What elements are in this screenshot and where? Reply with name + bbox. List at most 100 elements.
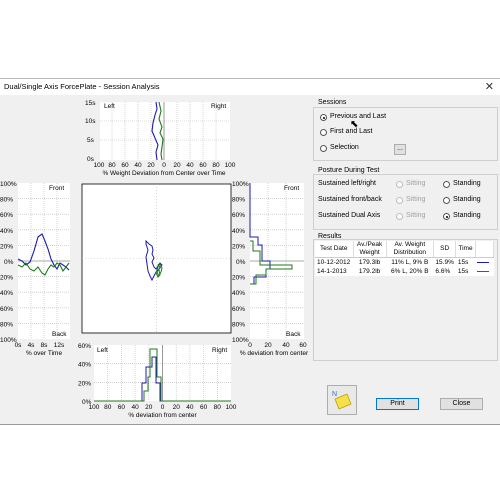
top-x-tick: 40 <box>186 162 194 169</box>
top-y-tick: 10s <box>85 118 96 125</box>
bottom-y-tick: 20% <box>78 380 91 387</box>
right-x-tick: 0 <box>248 342 252 349</box>
bottom-x-tick: 60 <box>118 404 126 411</box>
bottom-chart: Left Right 60% 40% 20% 0% 100 80 60 40 2… <box>78 343 237 419</box>
column-header[interactable]: Test Date <box>315 241 354 258</box>
bottom-x-tick: 40 <box>131 404 139 411</box>
right-back-label: Back <box>286 331 301 338</box>
radio-standing[interactable] <box>443 197 450 204</box>
posture-row-label: Sustained front/back <box>318 196 382 203</box>
radio-first-and-last[interactable] <box>320 129 327 136</box>
right-x-tick: 60 <box>299 342 307 349</box>
bottom-y-tick: 60% <box>78 343 91 350</box>
top-left-label: Left <box>104 103 115 110</box>
notes-button[interactable]: N <box>327 385 357 415</box>
table-row[interactable]: 14-1-2013 179.2lb 6% L, 20% B 6.6% 15s <box>315 267 494 276</box>
right-chart: Front Back 100% 80% 60% 40% 20% 0% 20% 4… <box>232 181 309 357</box>
close-icon[interactable]: ✕ <box>485 80 494 93</box>
bottom-x-tick: 100 <box>226 404 237 411</box>
right-front-label: Front <box>284 185 299 192</box>
right-y-tick: 0% <box>236 259 246 266</box>
top-right-label: Right <box>211 103 226 110</box>
left-y-tick: 40% <box>0 290 13 297</box>
browse-button[interactable]: ... <box>394 144 406 155</box>
window-title: Dual/Single Axis ForcePlate - Session An… <box>4 82 160 91</box>
table-row[interactable]: 10-12-2012 179.3lb 11% L, 9% B 15.9% 15s <box>315 258 494 268</box>
top-y-tick: 15s <box>85 100 96 107</box>
top-x-tick: 80 <box>212 162 220 169</box>
left-y-tick: 60% <box>0 212 13 219</box>
right-y-tick: 80% <box>232 197 245 204</box>
radio-sitting[interactable] <box>396 197 403 204</box>
top-x-tick: 40 <box>134 162 142 169</box>
column-header[interactable]: Av./Peak Weight <box>353 241 387 258</box>
sitting-label: Sitting <box>406 196 426 203</box>
svg-text:N: N <box>332 391 337 398</box>
left-chart: Front Back 100% 80% 60% 40% 20% 0% 20% 4… <box>0 181 70 357</box>
right-y-tick: 100% <box>232 181 249 188</box>
top-x-tick: 20 <box>173 162 181 169</box>
radio-sitting[interactable] <box>396 213 403 220</box>
standing-label: Standing <box>453 212 481 219</box>
posture-row-label: Sustained Dual Axis <box>318 212 381 219</box>
left-y-tick: 100% <box>0 181 17 188</box>
session-analysis-window: Dual/Single Axis ForcePlate - Session An… <box>0 78 500 425</box>
bottom-right-label: Right <box>212 347 227 354</box>
mouse-cursor-icon: ⬉ <box>350 119 359 130</box>
radio-selection[interactable] <box>320 145 327 152</box>
cell-time: 15s <box>457 268 469 275</box>
title-bar: Dual/Single Axis ForcePlate - Session An… <box>0 79 500 95</box>
radio-standing[interactable] <box>443 181 450 188</box>
bottom-x-tick: 100 <box>89 404 100 411</box>
top-x-tick: 0 <box>162 162 166 169</box>
bottom-x-label: % deviation from center <box>128 412 197 419</box>
left-x-label: % over Time <box>26 350 63 357</box>
bottom-x-tick: 20 <box>145 404 153 411</box>
posture-row-label: Sustained left/right <box>318 180 376 187</box>
cell-sd: 15.9% <box>435 259 454 266</box>
cell-sd: 6.6% <box>435 268 451 275</box>
cell-time: 15s <box>457 259 469 266</box>
right-x-tick: 40 <box>282 342 290 349</box>
top-x-tick: 80 <box>108 162 116 169</box>
radio-sitting[interactable] <box>396 181 403 188</box>
posture-title: Posture During Test <box>318 167 380 174</box>
sticky-note-icon: N <box>332 391 352 410</box>
right-x-label: % deviation from center <box>240 350 309 357</box>
bottom-x-tick: 20 <box>173 404 181 411</box>
bottom-x-tick: 60 <box>200 404 208 411</box>
print-button[interactable]: Print <box>376 398 419 410</box>
top-x-tick: 100 <box>225 162 236 169</box>
radio-previous-and-last[interactable] <box>320 114 327 121</box>
center-plot <box>81 183 232 334</box>
column-header[interactable]: Av. Weight Distribution <box>386 241 434 258</box>
top-x-tick: 100 <box>94 162 105 169</box>
cell-date: 10-12-2012 <box>317 259 351 266</box>
column-header[interactable]: Time <box>455 241 476 258</box>
cell-date: 14-1-2013 <box>317 268 347 275</box>
right-y-tick: 20% <box>232 243 245 250</box>
left-y-tick: 20% <box>0 275 13 282</box>
column-header[interactable]: SD <box>433 241 457 258</box>
left-y-tick: 0% <box>4 259 14 266</box>
right-y-tick: 20% <box>232 275 245 282</box>
cell-distribution: 11% L, 9% B <box>391 259 429 266</box>
series-color-swatch <box>475 267 493 276</box>
left-y-tick: 40% <box>0 228 13 235</box>
standing-label: Standing <box>453 196 481 203</box>
series-color-swatch <box>475 258 493 268</box>
right-x-tick: 20 <box>264 342 272 349</box>
right-y-tick: 60% <box>232 212 245 219</box>
option-label: Selection <box>330 144 359 151</box>
column-header-blank <box>475 241 495 258</box>
bottom-y-tick: 40% <box>78 362 91 369</box>
top-x-label: % Weight Deviation from Center over Time <box>102 170 225 177</box>
right-y-tick: 60% <box>232 306 245 313</box>
close-button[interactable]: Close <box>440 398 483 410</box>
left-front-label: Front <box>49 185 64 192</box>
left-x-tick: 4s <box>28 342 36 349</box>
radio-standing[interactable] <box>443 213 450 220</box>
bottom-x-tick: 0 <box>161 404 165 411</box>
cell-weight: 179.2lb <box>358 268 381 275</box>
bottom-x-tick: 40 <box>186 404 194 411</box>
